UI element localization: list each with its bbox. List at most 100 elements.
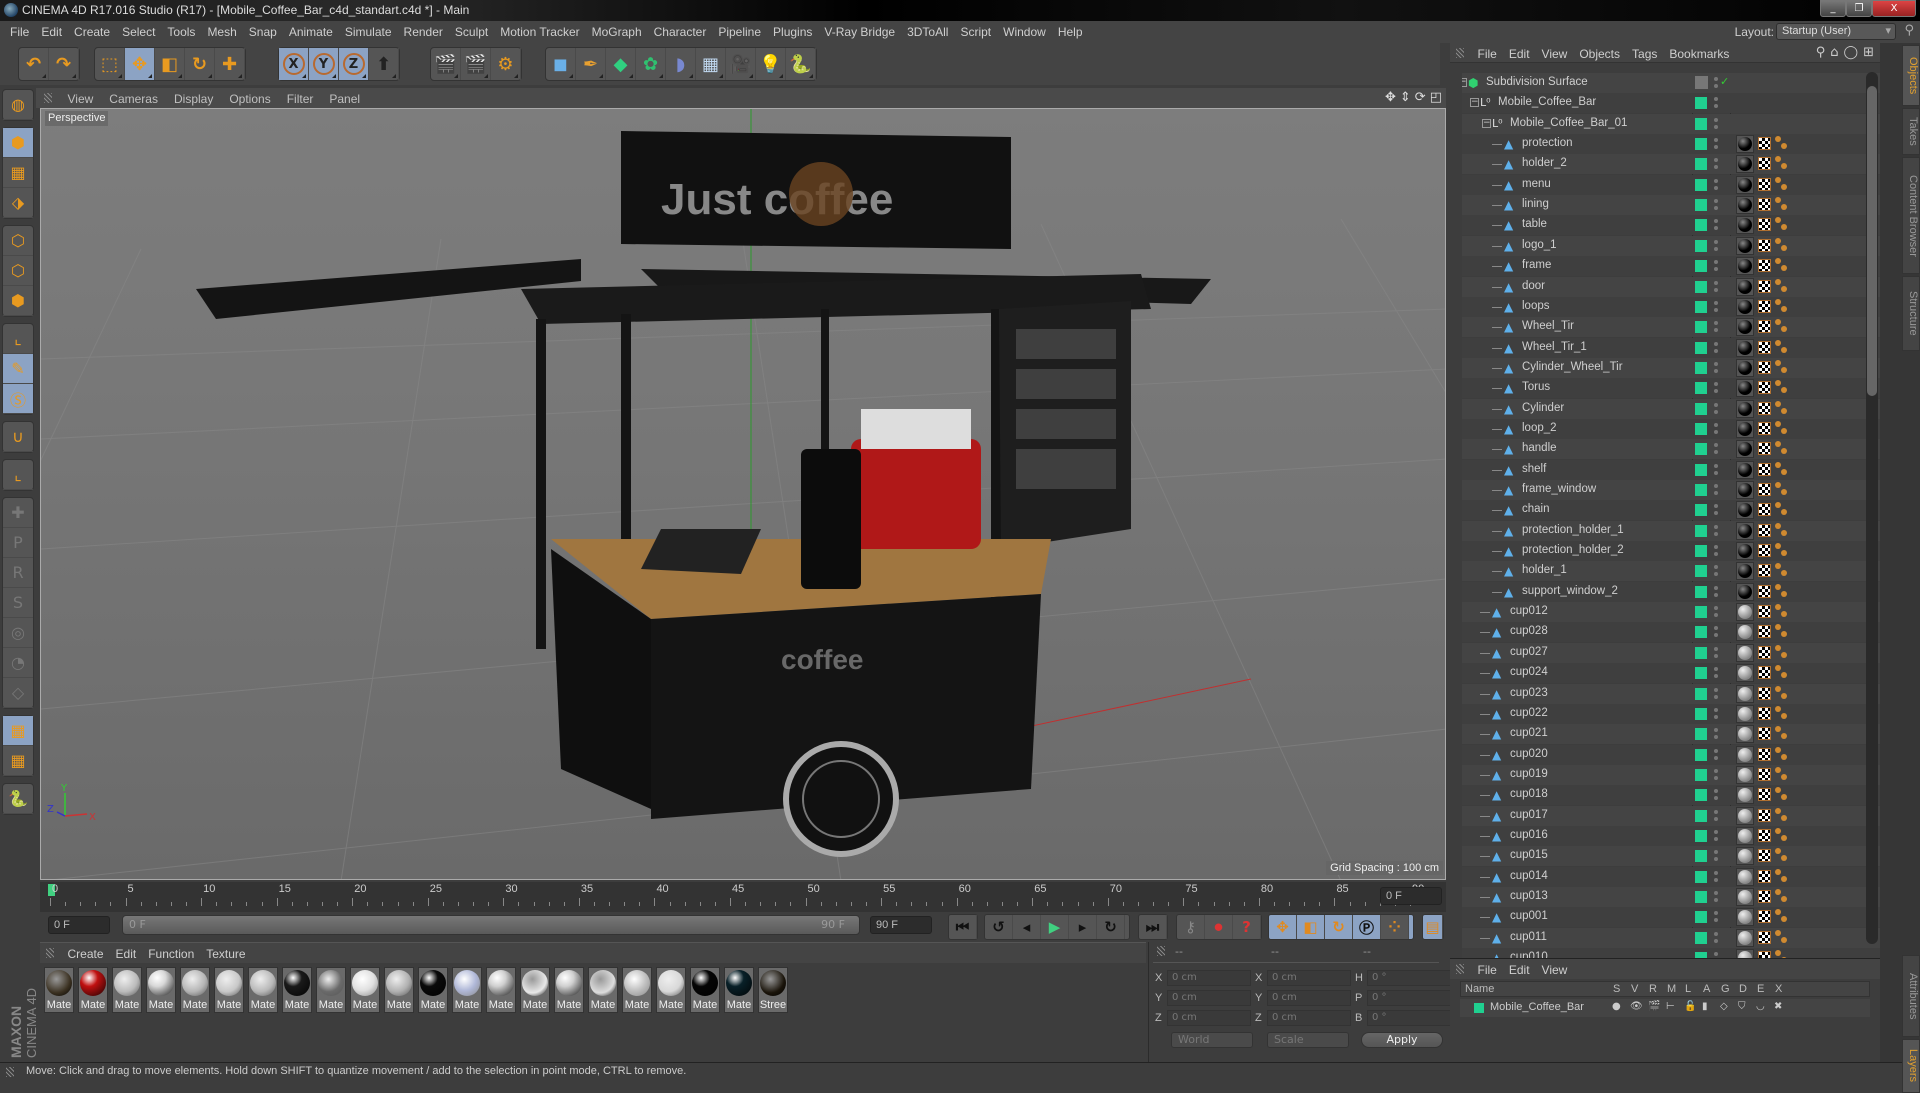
layer-color-icon[interactable]: [1695, 931, 1707, 944]
phong-tag-icon[interactable]: [1775, 848, 1789, 864]
object-row[interactable]: ▲ cup018: [1462, 785, 1886, 806]
material-tag-icon[interactable]: [1736, 725, 1754, 744]
layer-color-icon[interactable]: [1695, 748, 1707, 761]
visibility-dots-icon[interactable]: [1714, 218, 1718, 232]
visibility-dots-icon[interactable]: [1714, 849, 1718, 863]
viewport-menu-filter[interactable]: Filter: [279, 89, 322, 109]
uvw-tag-icon[interactable]: [1758, 177, 1771, 191]
enable-axis-button[interactable]: ⌞: [3, 324, 33, 354]
viewport-menu-cameras[interactable]: Cameras: [101, 89, 166, 109]
filter-icon[interactable]: ◯: [1844, 45, 1859, 60]
phong-tag-icon[interactable]: [1775, 380, 1789, 396]
material-swatch[interactable]: Mate: [282, 967, 312, 1013]
visibility-dots-icon[interactable]: [1714, 503, 1718, 517]
material-tag-icon[interactable]: [1736, 562, 1754, 581]
3d-viewport[interactable]: Just coffee coffee Y X Z Perspective Gri…: [40, 108, 1446, 880]
layer-color-icon[interactable]: [1695, 260, 1707, 273]
visibility-dots-icon[interactable]: [1714, 96, 1718, 110]
object-name[interactable]: cup027: [1510, 646, 1548, 658]
visibility-dots-icon[interactable]: [1714, 625, 1718, 639]
material-tag-icon[interactable]: [1736, 908, 1754, 927]
material-tag-icon[interactable]: [1736, 236, 1754, 255]
material-tag-icon[interactable]: [1736, 358, 1754, 377]
uvw-tag-icon[interactable]: [1758, 747, 1771, 761]
layout-select[interactable]: Startup (User): [1776, 23, 1896, 40]
maximize-view-icon[interactable]: ◰: [1430, 90, 1442, 105]
position-z-field[interactable]: 0 cm: [1167, 1010, 1251, 1026]
object-row[interactable]: ▲ logo_1: [1462, 235, 1886, 256]
object-name[interactable]: support_window_2: [1522, 585, 1618, 597]
visibility-dots-icon[interactable]: [1714, 117, 1718, 131]
go-to-start-icon[interactable]: ⏮: [949, 915, 977, 939]
z-axis-button[interactable]: Z: [339, 48, 369, 80]
layer-color-icon[interactable]: [1695, 707, 1707, 720]
visibility-dots-icon[interactable]: [1714, 931, 1718, 945]
menu-create[interactable]: Create: [68, 21, 116, 43]
material-tag-icon[interactable]: [1736, 542, 1754, 561]
visibility-dots-icon[interactable]: [1714, 178, 1718, 192]
previous-frame-icon[interactable]: ◂: [1013, 915, 1041, 939]
object-name[interactable]: cup028: [1510, 625, 1548, 637]
uvw-tag-icon[interactable]: [1758, 340, 1771, 354]
viewport-menu-view[interactable]: View: [60, 89, 102, 109]
layer-color-icon[interactable]: [1695, 789, 1707, 802]
material-tag-icon[interactable]: [1736, 623, 1754, 642]
uvw-tag-icon[interactable]: [1758, 421, 1771, 435]
material-tag-icon[interactable]: [1736, 297, 1754, 316]
object-name[interactable]: cup023: [1510, 687, 1548, 699]
animation-icon[interactable]: ▮: [1702, 1001, 1708, 1012]
phong-tag-icon[interactable]: [1775, 543, 1789, 559]
model-mode-button[interactable]: ⬢: [3, 128, 33, 158]
material-tag-icon[interactable]: [1736, 684, 1754, 703]
menu-tools[interactable]: Tools: [161, 21, 201, 43]
visibility-dots-icon[interactable]: [1714, 198, 1718, 212]
y-axis-button[interactable]: Y: [309, 48, 339, 80]
object-name[interactable]: cup014: [1510, 870, 1548, 882]
visibility-dots-icon[interactable]: [1714, 483, 1718, 497]
view-eye-icon[interactable]: 👁: [1630, 1001, 1643, 1012]
object-name[interactable]: cup017: [1510, 809, 1548, 821]
phong-tag-icon[interactable]: [1775, 563, 1789, 579]
layer-menu-edit[interactable]: Edit: [1503, 960, 1536, 980]
dolly-icon[interactable]: ⇕: [1400, 90, 1411, 105]
object-name[interactable]: cup001: [1510, 910, 1548, 922]
uvw-tag-icon[interactable]: [1758, 625, 1771, 639]
phong-tag-icon[interactable]: [1775, 461, 1789, 478]
uvw-tag-icon[interactable]: [1758, 727, 1771, 741]
phong-tag-icon[interactable]: [1775, 583, 1789, 600]
phong-tag-icon[interactable]: [1775, 929, 1789, 946]
object-row[interactable]: ▲ Wheel_Tir_1: [1462, 337, 1886, 358]
object-menu-file[interactable]: File: [1472, 44, 1503, 64]
layer-column-g[interactable]: G: [1721, 983, 1730, 995]
object-row[interactable]: ▲ protection_holder_2: [1462, 541, 1886, 562]
layer-color-icon[interactable]: [1695, 443, 1707, 456]
render-view-button[interactable]: 🎬: [431, 48, 461, 80]
collapse-toggle-icon[interactable]: −: [1470, 98, 1479, 108]
layer-column-d[interactable]: D: [1739, 983, 1747, 995]
material-tag-icon[interactable]: [1736, 521, 1754, 540]
layer-color-icon[interactable]: [1695, 178, 1707, 191]
key-move-icon[interactable]: ✥: [1269, 915, 1297, 939]
next-key-icon[interactable]: ↻: [1097, 915, 1125, 939]
scale-button[interactable]: ◧: [155, 48, 185, 80]
uvw-tag-icon[interactable]: [1758, 462, 1771, 476]
rotation-b-field[interactable]: 0 °: [1367, 1010, 1451, 1026]
drag-handle-icon[interactable]: [44, 93, 52, 103]
drag-handle-icon[interactable]: [46, 948, 54, 958]
previous-key-icon[interactable]: ↺: [985, 915, 1013, 939]
cube-button[interactable]: ◼: [546, 48, 576, 80]
layer-color-icon[interactable]: [1695, 199, 1707, 212]
material-swatch[interactable]: Mate: [690, 967, 720, 1013]
material-tag-icon[interactable]: [1736, 155, 1754, 174]
pan-icon[interactable]: ✥: [1385, 90, 1396, 105]
visibility-dots-icon[interactable]: [1714, 137, 1718, 151]
phong-tag-icon[interactable]: [1775, 827, 1789, 844]
light-button[interactable]: 💡: [756, 48, 786, 80]
layer-column-e[interactable]: E: [1757, 983, 1764, 995]
phong-tag-icon[interactable]: [1775, 787, 1789, 803]
material-swatch[interactable]: Mate: [486, 967, 516, 1013]
collapse-toggle-icon[interactable]: −: [1482, 118, 1491, 128]
uvw-tag-icon[interactable]: [1758, 360, 1771, 374]
visibility-dots-icon[interactable]: [1714, 748, 1718, 762]
key-rotation-button[interactable]: R: [3, 558, 33, 588]
